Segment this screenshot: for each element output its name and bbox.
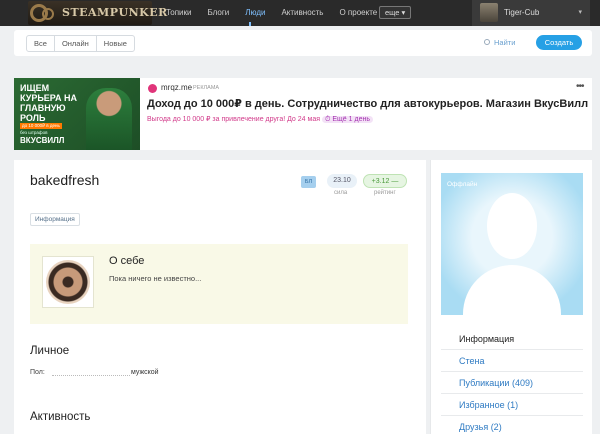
ad-banner-headline: ИЩЕМ КУРЬЕРА НА ГЛАВНУЮ РОЛЬ xyxy=(20,83,78,123)
sidebar-item-favorites[interactable]: Избранное (1) xyxy=(441,394,583,416)
ad-block[interactable]: ИЩЕМ КУРЬЕРА НА ГЛАВНУЮ РОЛЬ до 10 000₽ … xyxy=(14,78,592,150)
profile-menu: Информация Стена Публикации (409) Избран… xyxy=(441,328,583,434)
nav-item-about[interactable]: О проекте xyxy=(339,8,377,17)
status-badge: Оффлайн xyxy=(447,181,478,188)
filter-all[interactable]: Все xyxy=(27,36,54,51)
gender-label: Пол: xyxy=(30,369,45,376)
gear-icon xyxy=(42,8,54,20)
sidebar-item-publications[interactable]: Публикации (409) xyxy=(441,372,583,394)
create-button[interactable]: Создать xyxy=(536,35,582,50)
ad-banner-brand: ВКУСВИЛЛ xyxy=(20,136,65,145)
site-logo[interactable]: STEAMPUNKER xyxy=(28,1,167,25)
search-icon xyxy=(484,39,490,45)
courier-illustration xyxy=(86,88,132,150)
wheel-icon xyxy=(46,260,90,304)
avatar-silhouette-body xyxy=(463,265,561,315)
profile-photo[interactable] xyxy=(42,256,94,308)
about-section: О себе Пока ничего не известно... xyxy=(30,244,408,324)
top-navbar: STEAMPUNKER Топики Блоги Люди Активность… xyxy=(0,0,600,26)
ad-countdown-text: Ещё 1 день xyxy=(332,116,370,123)
logo-text: STEAMPUNKER xyxy=(62,6,168,19)
ad-banner-offer: до 10 000₽ в день xyxy=(20,123,62,129)
nav-item-blogs[interactable]: Блоги xyxy=(207,8,229,17)
dotted-leader xyxy=(52,375,130,376)
ad-domain[interactable]: mrqz.me xyxy=(161,83,192,92)
ad-title[interactable]: Доход до 10 000₽ в день. Сотрудничество … xyxy=(147,97,588,110)
sidebar-item-wall[interactable]: Стена xyxy=(441,350,583,372)
rating-value[interactable]: +3.12 — xyxy=(363,174,407,188)
ad-banner-note: без штрафов xyxy=(20,130,48,135)
user-menu[interactable]: Tiger-Cub ▾ xyxy=(472,0,590,26)
tab-info[interactable]: Информация xyxy=(30,213,80,226)
nav-item-activity[interactable]: Активность xyxy=(281,8,323,17)
ad-banner-image[interactable]: ИЩЕМ КУРЬЕРА НА ГЛАВНУЮ РОЛЬ до 10 000₽ … xyxy=(14,78,140,150)
profile-sidebar: Оффлайн Информация Стена Публикации (409… xyxy=(430,160,592,434)
people-filter-bar: Все Онлайн Новые Найти Создать xyxy=(14,30,592,56)
ad-subtitle: Выгода до 10 000 ₽ за привлечение друга!… xyxy=(147,115,373,124)
user-name: Tiger-Cub xyxy=(504,8,540,17)
filter-new[interactable]: Новые xyxy=(95,36,134,51)
profile-avatar[interactable]: Оффлайн xyxy=(441,173,583,315)
personal-heading: Личное xyxy=(30,345,70,357)
power-value: 23.10 xyxy=(327,174,357,188)
chevron-down-icon: ▾ xyxy=(578,9,582,16)
rating-label: рейтинг xyxy=(374,190,396,196)
sidebar-item-info[interactable]: Информация xyxy=(441,328,583,350)
ad-countdown-badge: ⏱ Ещё 1 день xyxy=(321,116,373,123)
sidebar-item-friends[interactable]: Друзья (2) xyxy=(441,416,583,434)
ad-label: РЕКЛАМА xyxy=(193,85,220,91)
profile-username: bakedfresh xyxy=(30,172,100,188)
activity-heading: Активность xyxy=(30,411,91,423)
about-title: О себе xyxy=(109,255,145,267)
avatar-silhouette-head xyxy=(487,193,537,259)
blog-badge[interactable]: БЛ xyxy=(301,176,316,188)
user-avatar xyxy=(480,3,498,22)
main-nav: Топики Блоги Люди Активность О проекте xyxy=(166,8,393,17)
about-text: Пока ничего не известно... xyxy=(109,274,202,283)
nav-item-topics[interactable]: Топики xyxy=(166,8,191,17)
nav-item-people[interactable]: Люди xyxy=(245,8,265,17)
ad-subtitle-text: Выгода до 10 000 ₽ за привлечение друга!… xyxy=(147,116,321,123)
find-button[interactable]: Найти xyxy=(484,38,515,47)
more-dropdown-button[interactable]: еще ▾ xyxy=(379,6,412,19)
ad-favicon-icon xyxy=(148,84,157,93)
filter-online[interactable]: Онлайн xyxy=(53,36,96,51)
active-nav-indicator xyxy=(249,22,251,26)
filter-segmented-control: Все Онлайн Новые xyxy=(26,35,135,52)
find-label: Найти xyxy=(494,38,516,47)
power-label: сила xyxy=(334,190,348,196)
profile-main: bakedfresh БЛ 23.10 +3.12 — сила рейтинг… xyxy=(14,160,426,434)
gender-value: мужской xyxy=(131,369,159,376)
more-options-icon[interactable]: ••• xyxy=(576,81,584,92)
